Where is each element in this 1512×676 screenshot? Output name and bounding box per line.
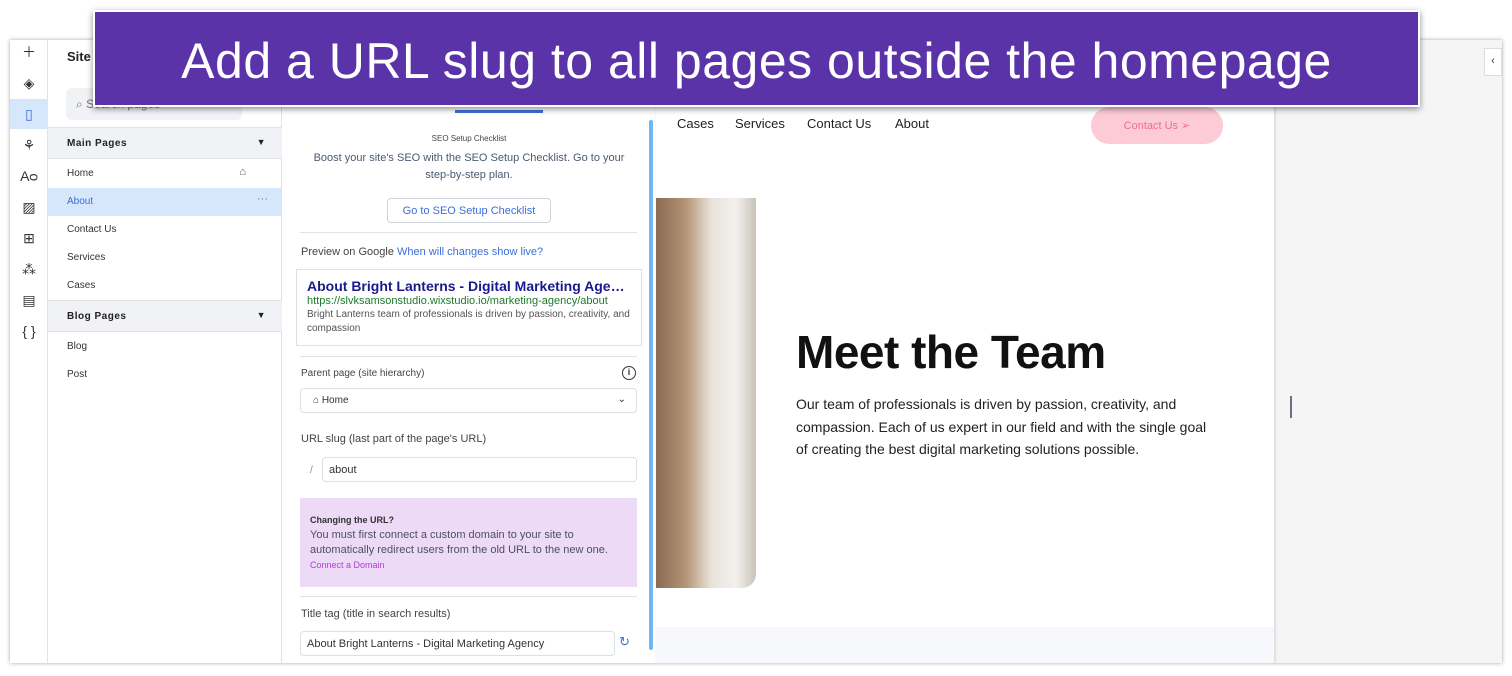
go-to-seo-checklist-button[interactable]: Go to SEO Setup Checklist [387, 198, 551, 223]
checklist-description: Boost your site's SEO with the SEO Setup… [313, 152, 625, 181]
apps-icon[interactable]: ⊞ [10, 223, 48, 253]
page-item-services[interactable]: Services [48, 244, 282, 272]
scrollbar[interactable] [649, 120, 653, 650]
cms-table-icon[interactable]: ▤ [10, 285, 48, 315]
divider [300, 596, 637, 597]
page-label: Blog [67, 341, 88, 352]
notice-title: Changing the URL? [310, 515, 394, 525]
caret-down-icon: ▼ [256, 137, 266, 147]
active-tab-indicator [455, 110, 543, 113]
business-icon[interactable]: ⁂ [10, 254, 48, 284]
url-slug-label: URL slug (last part of the page's URL) [301, 433, 487, 445]
panel-title: Site [67, 49, 91, 64]
slug-prefix: / [310, 465, 313, 476]
url-slug-input[interactable]: about [322, 457, 637, 482]
section-main-pages[interactable]: Main Pages ▼ [48, 127, 282, 159]
editor-window: ＋ ◈ ▯ ⚘ Aᴑ ▨ ⊞ ⁂ ▤ { } Site ⌕ Search pag… [10, 40, 1502, 663]
page-label: Post [67, 369, 88, 380]
pages-panel: Site ⌕ Search pages Main Pages▼ Home⌂ Ab… [48, 40, 282, 663]
collapse-panel-button[interactable]: ‹ [1484, 48, 1502, 76]
parent-page-label: Parent page (site hierarchy) [301, 368, 425, 379]
connect-domain-link[interactable]: Connect a Domain [310, 558, 627, 573]
google-preview: About Bright Lanterns - Digital Marketin… [296, 269, 642, 346]
nav-about[interactable]: About [895, 116, 929, 131]
reset-icon[interactable]: ↻ [619, 634, 630, 650]
url-change-notice: Changing the URL? You must first connect… [300, 498, 637, 587]
caption-banner: Add a URL slug to all pages outside the … [93, 10, 1420, 107]
contact-us-button[interactable]: Contact Us ➢ [1091, 107, 1223, 144]
heading: Meet the Team [796, 326, 1106, 378]
when-changes-live-link[interactable]: When will changes show live? [397, 246, 543, 258]
resize-handle[interactable] [1290, 396, 1292, 418]
page-item-contact-us[interactable]: Contact Us [48, 216, 282, 244]
next-section [656, 627, 1274, 663]
media-icon[interactable]: ▨ [10, 192, 48, 222]
parent-page-select[interactable]: ⌂ Home ⌄ [300, 388, 637, 413]
page-item-about[interactable]: About ··· [48, 188, 282, 216]
checklist-title: SEO Setup Checklist [431, 134, 507, 143]
pages-icon[interactable]: ▯ [10, 99, 48, 129]
send-icon: ➢ [1181, 120, 1191, 132]
home-icon: ⌂ [313, 395, 320, 406]
google-description: Bright Lanterns team of professionals is… [307, 309, 630, 334]
design-icon[interactable]: ⚘ [10, 130, 48, 160]
page-item-cases[interactable]: Cases [48, 272, 282, 300]
page-label: About [67, 196, 94, 207]
section-label: Main Pages [67, 138, 128, 149]
page-label: Services [67, 252, 106, 263]
chevron-down-icon: ⌄ [617, 394, 626, 405]
layers-icon[interactable]: ◈ [10, 68, 48, 98]
plus-icon[interactable]: ＋ [10, 40, 48, 67]
home-icon: ⌂ [239, 166, 246, 178]
team-photo [656, 198, 756, 588]
info-icon[interactable]: i [622, 366, 636, 380]
nav-services[interactable]: Services [735, 116, 785, 131]
nav-cases[interactable]: Cases [677, 116, 714, 131]
parent-page-value: Home [321, 395, 349, 406]
left-toolbar: ＋ ◈ ▯ ⚘ Aᴑ ▨ ⊞ ⁂ ▤ { } [10, 40, 48, 663]
page-label: Cases [67, 280, 96, 291]
notice-text: You must first connect a custom domain t… [310, 529, 608, 556]
preview-text: Preview on Google [301, 246, 394, 258]
page-item-home[interactable]: Home ⌂ [48, 160, 282, 188]
caret-down-icon: ▼ [256, 310, 266, 320]
divider [300, 232, 637, 233]
typography-icon[interactable]: Aᴑ [10, 161, 48, 191]
google-url: https://slvksamsonstudio.wixstudio.io/ma… [307, 295, 608, 307]
title-tag-input[interactable]: About Bright Lanterns - Digital Marketin… [300, 631, 615, 656]
more-icon[interactable]: ··· [257, 193, 268, 205]
site-canvas: Cases Services Contact Us About Contact … [656, 40, 1274, 663]
title-tag-label: Title tag (title in search results) [301, 608, 451, 620]
google-title: About Bright Lanterns - Digital Marketin… [307, 278, 625, 294]
page-label: Home [67, 168, 94, 179]
seo-settings-panel: SEO Setup Checklist Boost your site's SE… [282, 40, 656, 663]
section-label: Blog Pages [67, 311, 127, 322]
page-item-blog[interactable]: Blog [48, 333, 282, 361]
preview-label: Preview on Google When will changes show… [301, 246, 543, 258]
cta-label: Contact Us [1123, 120, 1179, 132]
body-text: Our team of professionals is driven by p… [796, 396, 1207, 457]
section-blog-pages[interactable]: Blog Pages ▼ [48, 300, 282, 332]
code-icon[interactable]: { } [10, 316, 48, 346]
divider [300, 356, 637, 357]
page-label: Contact Us [67, 224, 117, 235]
nav-contact-us[interactable]: Contact Us [807, 116, 871, 131]
page-item-post[interactable]: Post [48, 361, 282, 389]
